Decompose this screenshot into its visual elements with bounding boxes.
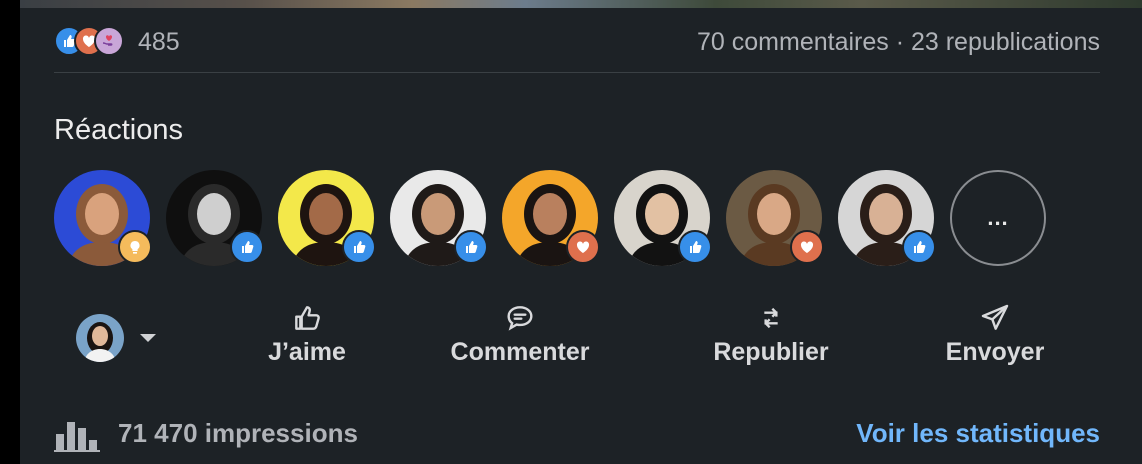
reaction-count[interactable]: 485 — [138, 28, 180, 57]
reactor-avatar[interactable] — [54, 170, 152, 266]
reactor-avatar[interactable] — [278, 170, 376, 266]
avatar — [76, 314, 124, 362]
comment-button[interactable]: Commenter — [438, 300, 602, 376]
reactor-avatar[interactable] — [166, 170, 264, 266]
comment-label: Commenter — [450, 338, 590, 366]
love-icon — [790, 230, 824, 264]
like-icon — [342, 230, 376, 264]
view-stats-link[interactable]: Voir les statistiques — [856, 418, 1100, 449]
reactor-avatar[interactable] — [502, 170, 600, 266]
like-icon — [678, 230, 712, 264]
repost-icon — [755, 300, 787, 334]
chevron-down-icon — [140, 334, 156, 342]
reactor-avatars: ... — [54, 170, 1114, 270]
reaction-icons[interactable] — [54, 26, 132, 56]
like-icon — [902, 230, 936, 264]
repost-label: Republier — [713, 338, 829, 366]
divider — [54, 72, 1100, 73]
love-icon — [566, 230, 600, 264]
post-as-selector[interactable] — [76, 314, 166, 364]
reactions-heading: Réactions — [54, 114, 183, 146]
post-image-edge[interactable] — [20, 0, 1142, 8]
comment-icon — [504, 300, 536, 334]
reactor-avatar[interactable] — [726, 170, 824, 266]
thumbs-up-icon — [291, 300, 323, 334]
like-icon — [454, 230, 488, 264]
post-card: 485 70 commentaires · 23 republications … — [20, 0, 1142, 464]
like-button[interactable]: J’aime — [242, 300, 372, 376]
repost-button[interactable]: Republier — [704, 300, 838, 376]
reactor-avatar[interactable] — [390, 170, 488, 266]
more-reactions-button[interactable]: ... — [950, 170, 1046, 266]
comments-reposts-count[interactable]: 70 commentaires · 23 republications — [697, 28, 1100, 57]
send-label: Envoyer — [945, 338, 1045, 366]
send-button[interactable]: Envoyer — [938, 300, 1052, 376]
action-bar: J’aime Commenter Republier Envoyer — [20, 300, 1142, 380]
like-label: J’aime — [268, 338, 346, 366]
analytics-footer: 71 470 impressions Voir les statistiques — [54, 412, 1100, 456]
impressions-count: 71 470 impressions — [118, 418, 358, 448]
support-icon — [94, 26, 124, 56]
bar-chart-icon — [54, 422, 100, 452]
social-counts: 485 70 commentaires · 23 republications — [54, 24, 1100, 58]
reactor-avatar[interactable] — [838, 170, 936, 266]
send-icon — [979, 300, 1011, 334]
like-icon — [230, 230, 264, 264]
reactor-avatar[interactable] — [614, 170, 712, 266]
insight-icon — [118, 230, 152, 264]
